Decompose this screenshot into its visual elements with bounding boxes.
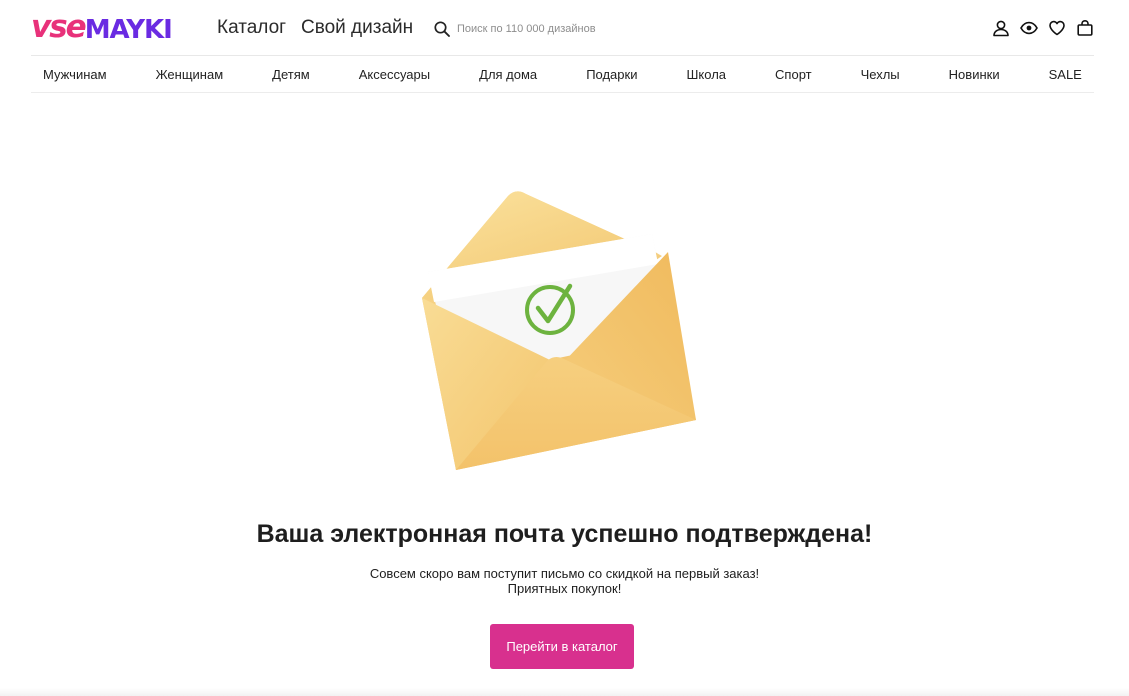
nav-item-men[interactable]: Мужчинам bbox=[43, 67, 107, 82]
go-to-catalog-button[interactable]: Перейти в каталог bbox=[490, 624, 634, 669]
header-icons bbox=[992, 19, 1094, 37]
bag-icon[interactable] bbox=[1076, 19, 1094, 37]
confirmation-text: Совсем скоро вам поступит письмо со скид… bbox=[0, 566, 1129, 596]
category-nav: Мужчинам Женщинам Детям Аксессуары Для д… bbox=[31, 56, 1094, 93]
nav-item-kids[interactable]: Детям bbox=[272, 67, 310, 82]
confirmation-headline: Ваша электронная почта успешно подтвержд… bbox=[256, 520, 873, 548]
envelope-check-icon bbox=[400, 180, 710, 480]
logo-part-mayki: MAYKI bbox=[84, 15, 173, 45]
nav-item-school[interactable]: Школа bbox=[687, 67, 727, 82]
header: vse MAYKI Каталог Свой дизайн bbox=[31, 0, 1094, 56]
nav-item-sale[interactable]: SALE bbox=[1049, 67, 1082, 82]
nav-item-home[interactable]: Для дома bbox=[479, 67, 537, 82]
logo-part-vse: vse bbox=[31, 9, 87, 45]
own-design-link[interactable]: Свой дизайн bbox=[301, 16, 413, 40]
nav-item-accessories[interactable]: Аксессуары bbox=[359, 67, 430, 82]
search-input[interactable] bbox=[457, 23, 717, 35]
catalog-link[interactable]: Каталог bbox=[217, 16, 286, 40]
page: vse MAYKI Каталог Свой дизайн Поиск по 1… bbox=[0, 0, 1129, 696]
nav-item-sport[interactable]: Спорт bbox=[775, 67, 812, 82]
search-bar[interactable] bbox=[433, 18, 733, 40]
search-icon[interactable] bbox=[433, 20, 451, 38]
nav-item-women[interactable]: Женщинам bbox=[156, 67, 224, 82]
eye-icon[interactable] bbox=[1020, 19, 1038, 37]
discount-message: Совсем скоро вам поступит письмо со скид… bbox=[369, 566, 760, 581]
footer-edge bbox=[0, 688, 1129, 696]
nav-item-new[interactable]: Новинки bbox=[949, 67, 1000, 82]
nav-item-cases[interactable]: Чехлы bbox=[861, 67, 900, 82]
heart-icon[interactable] bbox=[1048, 19, 1066, 37]
pleasant-shopping-message: Приятных покупок! bbox=[507, 581, 622, 596]
logo[interactable]: vse MAYKI bbox=[31, 9, 173, 45]
user-icon[interactable] bbox=[992, 19, 1010, 37]
nav-item-gifts[interactable]: Подарки bbox=[586, 67, 637, 82]
